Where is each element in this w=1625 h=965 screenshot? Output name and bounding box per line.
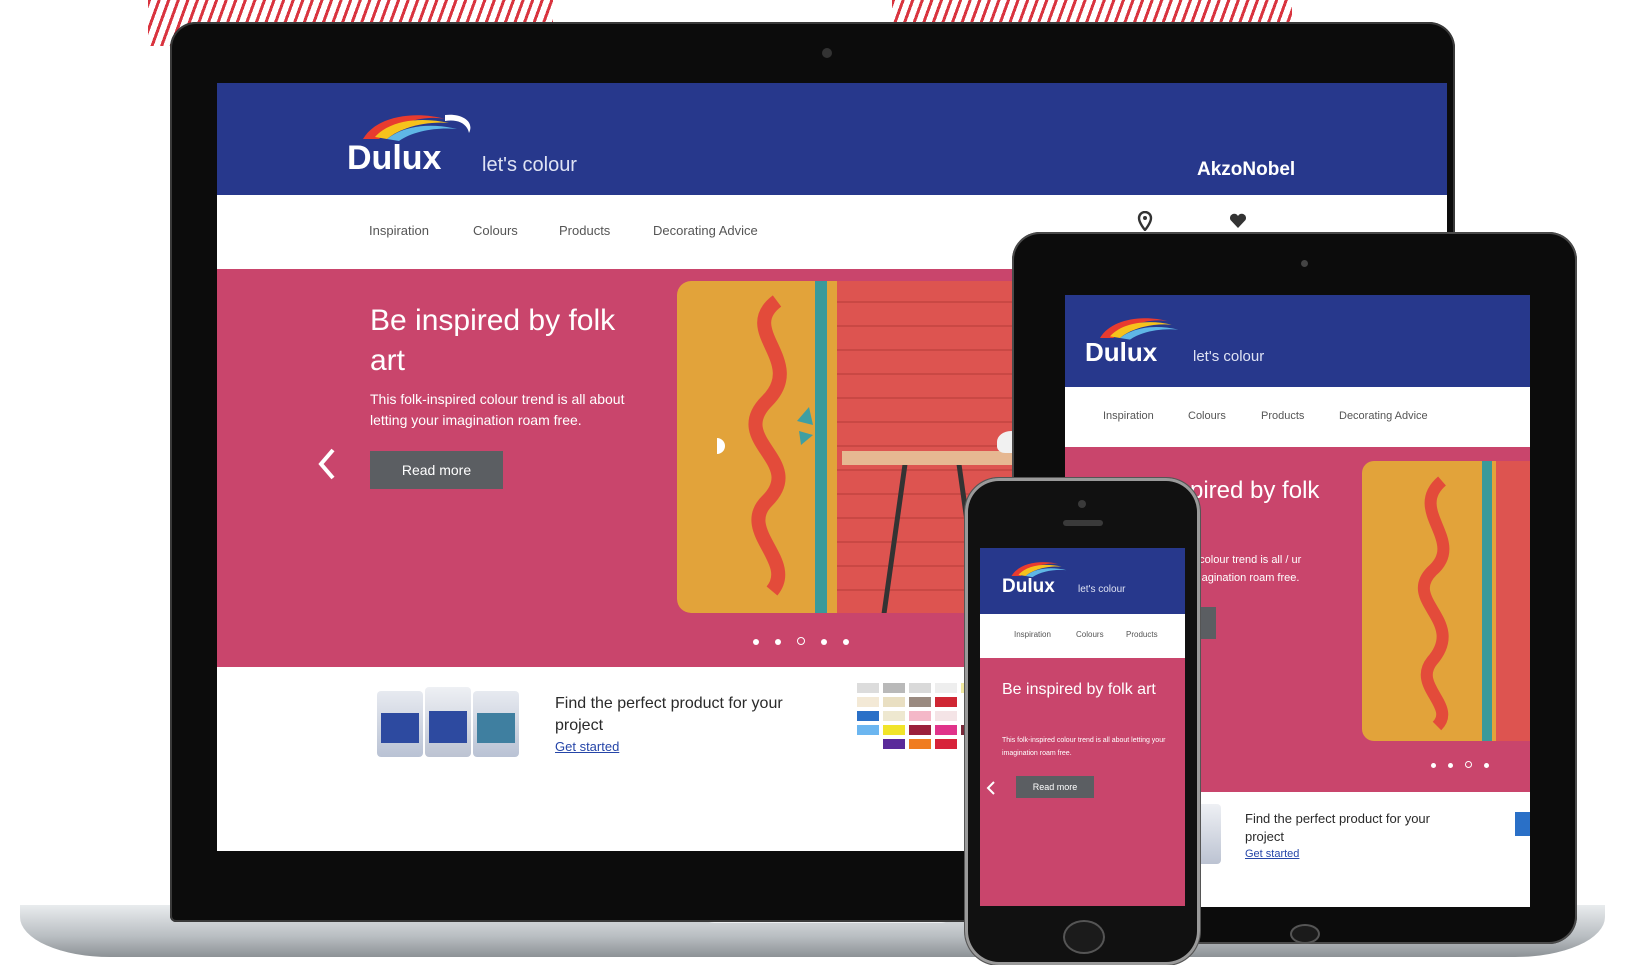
brand-name: Dulux [347,139,442,177]
nav-item-inspiration[interactable]: Inspiration [369,223,429,238]
phone-home-button[interactable] [1063,920,1105,954]
tablet-hero-body: d colour trend is all / ur imagination r… [1190,554,1302,584]
phone-hero-title: Be inspired by folk art [1002,681,1156,698]
phone-hero-body: This folk-inspired colour trend is all a… [1002,737,1166,757]
tablet-header: Dulux let's colour [1065,295,1530,387]
nav-item-colours[interactable]: Colours [473,223,518,238]
phone-brand-name: Dulux [1002,576,1055,597]
location-pin-icon[interactable] [1137,211,1153,231]
promo-title: Find the perfect product for your projec… [555,695,783,734]
carousel-dot[interactable] [821,639,827,645]
decorative-hatch-right [892,0,1292,24]
folk-swirl-pattern [717,295,813,596]
tablet-swatch [1515,812,1530,836]
phone-brand-tagline: let's colour [1078,584,1126,595]
tablet-nav: Inspiration Colours Products Decorating … [1065,387,1530,447]
phone-chevron-left-icon[interactable] [986,780,996,796]
promo-link[interactable]: Get started [555,739,619,754]
tablet-carousel-dots[interactable] [1425,755,1495,773]
phone-camera [1078,500,1086,508]
carousel-dot[interactable] [775,639,781,645]
phone-hero: Be inspired by folk art This folk-inspir… [980,658,1185,906]
phone-read-more-button[interactable]: Read more [1016,776,1094,798]
tablet-nav-products[interactable]: Products [1261,410,1304,422]
paint-tins-image [377,683,527,763]
akzonobel-logo[interactable]: AkzoNobel [1197,159,1295,181]
dulux-logo[interactable]: Dulux let's colour [347,109,607,179]
tablet-promo-title: Find the perfect product for your projec… [1245,811,1430,844]
hero-title: Be inspired by folk art [370,304,616,377]
tablet-nav-decorating-advice[interactable]: Decorating Advice [1339,410,1428,422]
tablet-hero-title: pired by folk [1190,477,1320,504]
tablet-home-button[interactable] [1290,924,1320,944]
hero-body: This folk-inspired colour trend is all a… [370,391,625,428]
carousel-dot[interactable] [843,639,849,645]
phone-header: Dulux let's colour [980,548,1185,614]
phone-dulux-logo[interactable]: Dulux let's colour [1002,558,1172,608]
laptop-camera [822,48,832,58]
tablet-brand-tagline: let's colour [1193,348,1265,365]
tablet-nav-colours[interactable]: Colours [1188,410,1226,422]
phone-nav-colours[interactable]: Colours [1076,630,1104,639]
brand-tagline: let's colour [482,154,577,176]
nav-item-decorating-advice[interactable]: Decorating Advice [653,223,758,238]
tablet-hero-image [1362,461,1530,741]
carousel-dot-active[interactable] [797,637,805,645]
tablet-dulux-logo[interactable]: Dulux let's colour [1085,313,1305,373]
nav-item-products[interactable]: Products [559,223,610,238]
tablet-promo-link[interactable]: Get started [1245,848,1299,860]
phone-screen: Dulux let's colour Inspiration Colours P… [980,548,1185,906]
phone-speaker [1063,520,1103,526]
tablet-camera [1301,260,1308,267]
tablet-brand-name: Dulux [1085,337,1158,367]
carousel-dots[interactable] [745,632,857,650]
carousel-dot[interactable] [753,639,759,645]
phone-nav-inspiration[interactable]: Inspiration [1014,630,1051,639]
read-more-button[interactable]: Read more [370,451,503,489]
phone-nav-products[interactable]: Products [1126,630,1158,639]
tablet-nav-inspiration[interactable]: Inspiration [1103,410,1154,422]
heart-icon[interactable] [1229,213,1247,229]
chevron-left-icon[interactable] [317,447,337,481]
site-header: Dulux let's colour AkzoNobel [217,83,1447,195]
phone-nav: Inspiration Colours Products [980,614,1185,658]
